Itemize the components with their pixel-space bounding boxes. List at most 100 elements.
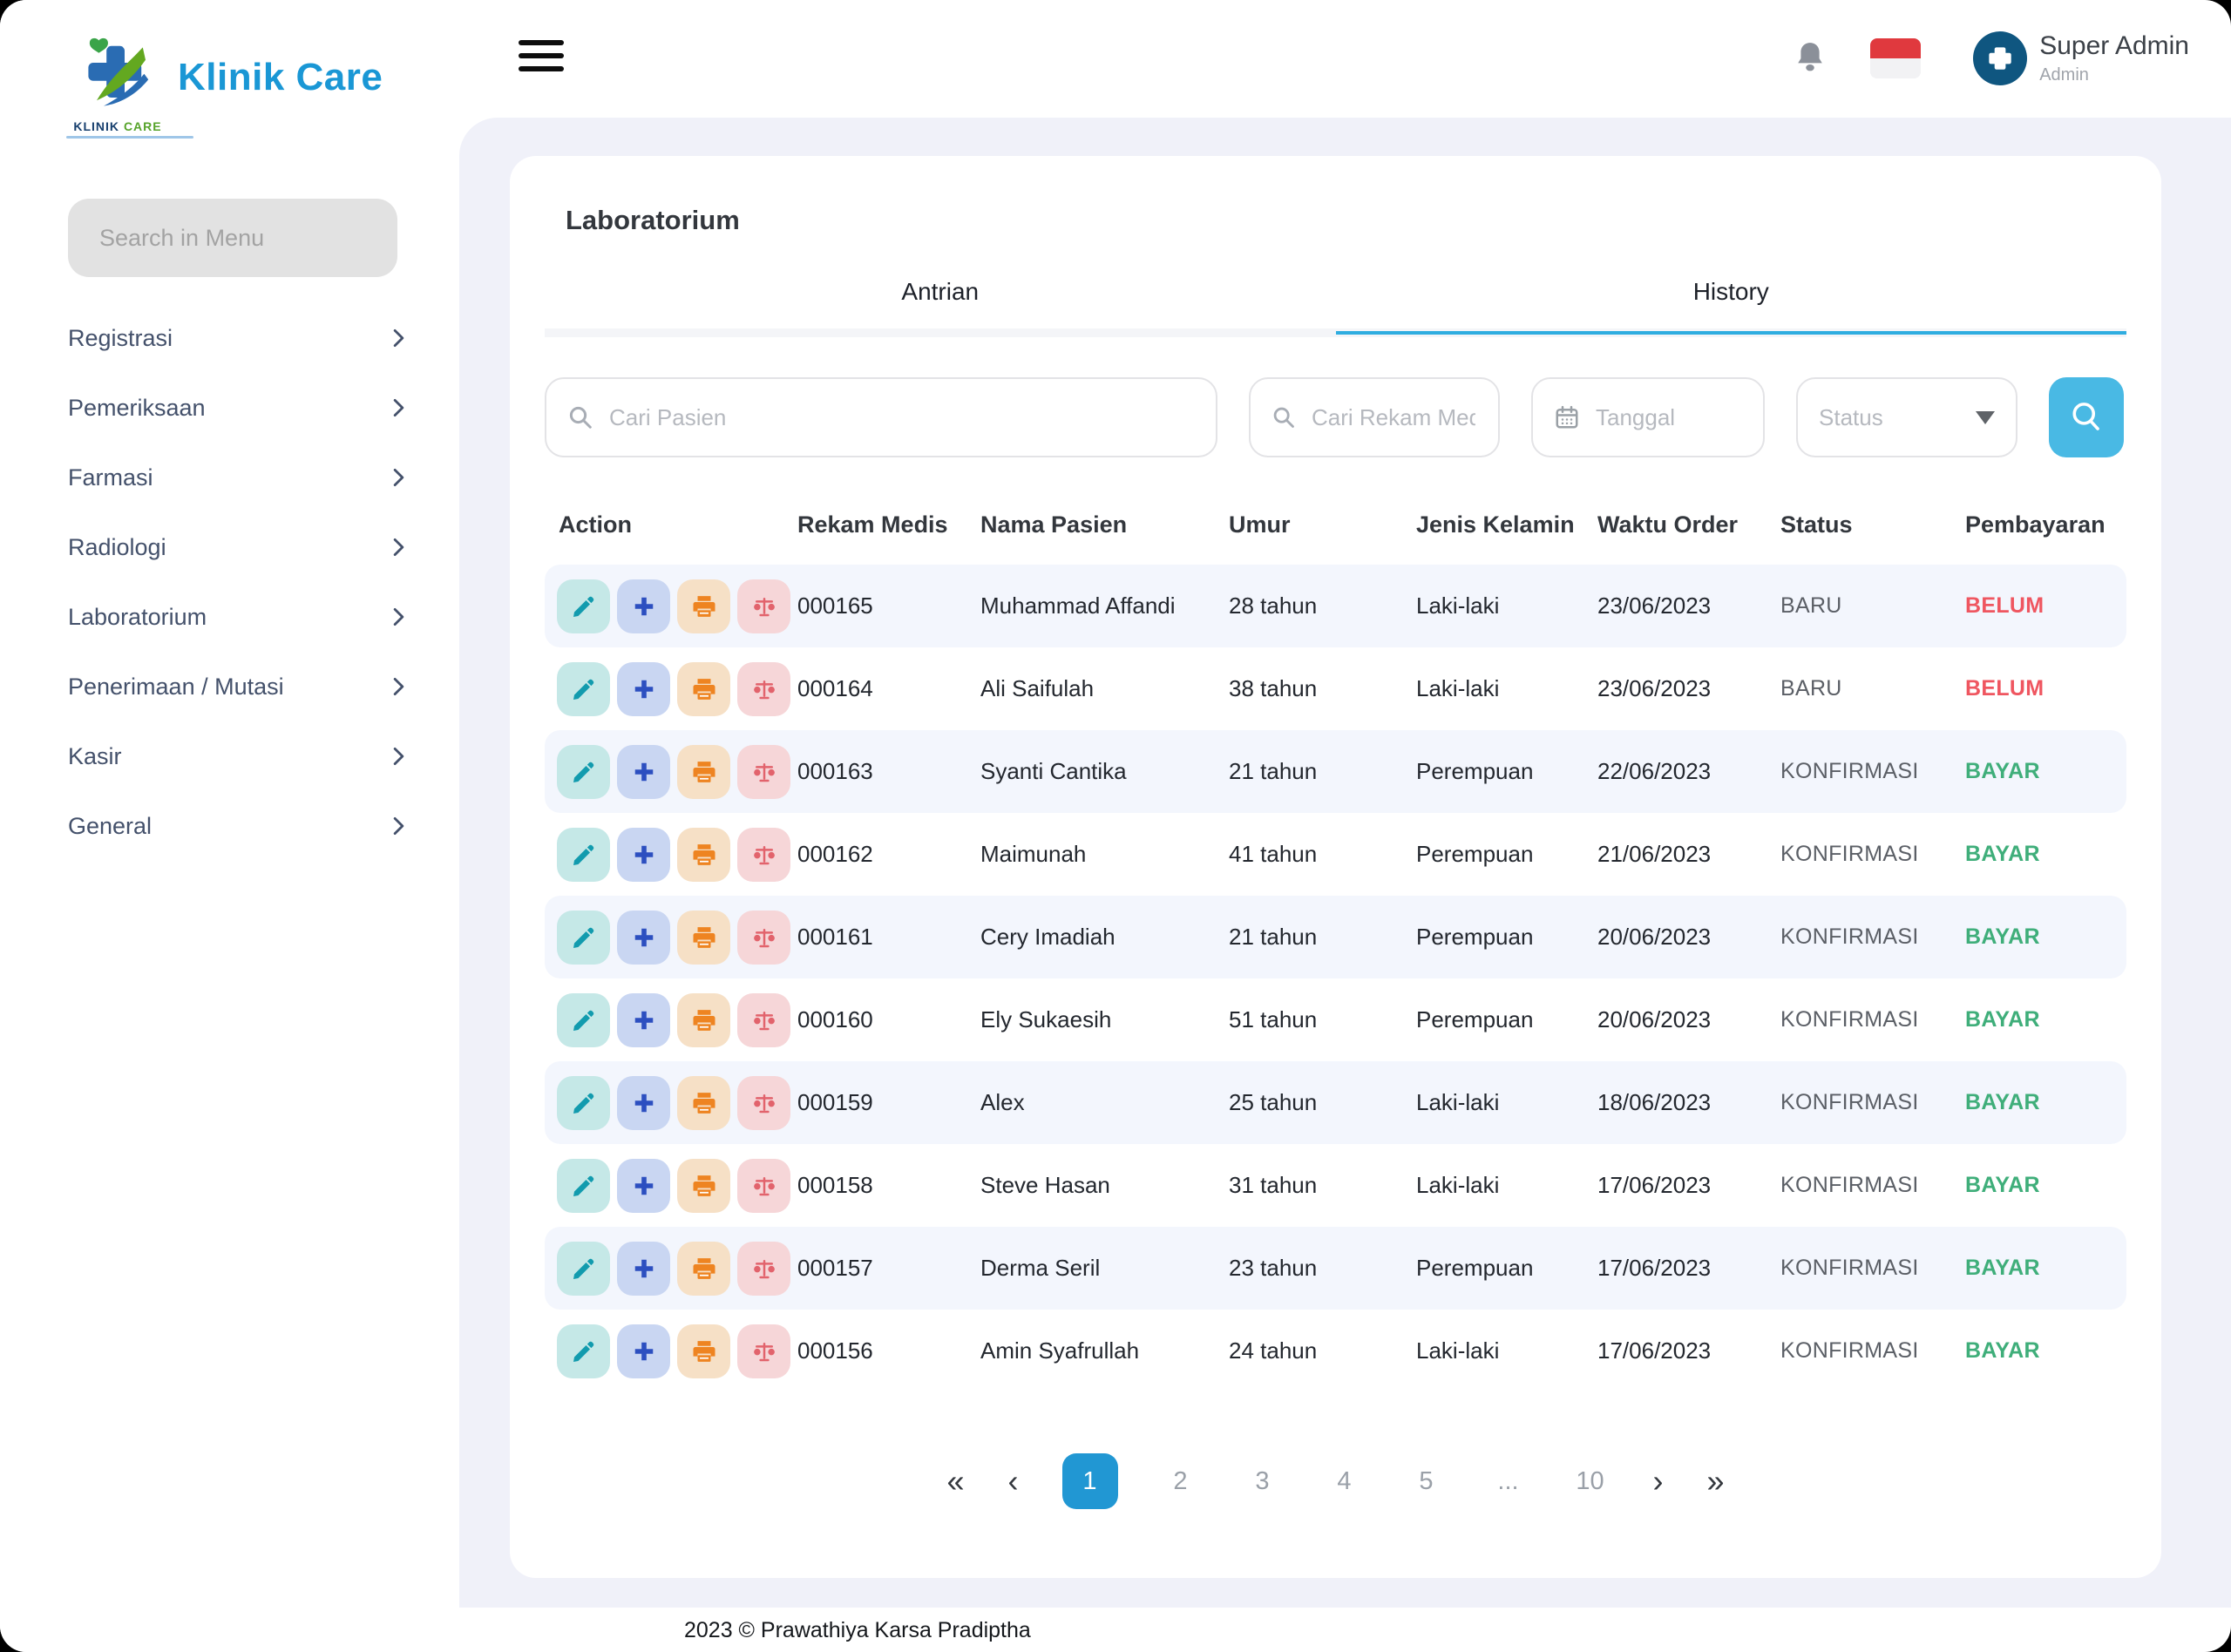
print-action-button[interactable] (677, 1159, 730, 1213)
edit-action-button[interactable] (557, 1159, 610, 1213)
umur-cell: 41 tahun (1229, 841, 1416, 868)
add-action-button[interactable] (617, 993, 670, 1047)
lab-scale-action-button[interactable] (737, 1324, 790, 1378)
tab-antrian[interactable]: Antrian (545, 278, 1336, 328)
print-action-button[interactable] (677, 911, 730, 965)
chevron-right-icon (393, 468, 404, 487)
footer-copyright: 2023 © Prawathiya Karsa Pradiptha (684, 1618, 1031, 1643)
print-action-button[interactable] (677, 662, 730, 716)
patient-search-field (545, 377, 1217, 457)
date-field (1531, 377, 1765, 457)
tab-history[interactable]: History (1336, 278, 2127, 328)
add-action-button[interactable] (617, 1076, 670, 1130)
balance-scale-icon (751, 676, 777, 702)
umur-cell: 31 tahun (1229, 1172, 1416, 1199)
tab-label: History (1693, 278, 1769, 305)
add-action-button[interactable] (617, 662, 670, 716)
table-body: 000165 Muhammad Affandi 28 tahun Laki-la… (545, 565, 2126, 1392)
sidebar-search-input[interactable] (68, 199, 397, 277)
printer-icon (691, 1338, 717, 1364)
add-action-button[interactable] (617, 828, 670, 882)
print-action-button[interactable] (677, 745, 730, 799)
chevron-right-icon (393, 747, 404, 766)
record-search-input[interactable] (1310, 403, 1477, 432)
print-action-button[interactable] (677, 1324, 730, 1378)
status-cell: KONFIRMASI (1780, 924, 1965, 950)
jenis-kelamin-cell: Laki-laki (1416, 1172, 1597, 1199)
add-action-button[interactable] (617, 745, 670, 799)
print-action-button[interactable] (677, 828, 730, 882)
chevron-right-icon (393, 607, 404, 626)
sidebar-item-general[interactable]: General (68, 791, 404, 861)
edit-action-button[interactable] (557, 1076, 610, 1130)
sidebar-item-label: General (68, 813, 152, 840)
edit-action-button[interactable] (557, 662, 610, 716)
balance-scale-icon (751, 593, 777, 620)
edit-action-button[interactable] (557, 828, 610, 882)
nama-pasien-cell: Syanti Cantika (980, 758, 1229, 785)
pagination-next-button[interactable]: › (1653, 1466, 1664, 1497)
sidebar-item-farmasi[interactable]: Farmasi (68, 443, 404, 512)
add-action-button[interactable] (617, 911, 670, 965)
lab-scale-action-button[interactable] (737, 1242, 790, 1296)
add-action-button[interactable] (617, 1242, 670, 1296)
add-action-button[interactable] (617, 579, 670, 633)
add-action-button[interactable] (617, 1159, 670, 1213)
hamburger-menu-icon[interactable] (519, 40, 564, 71)
edit-action-button[interactable] (557, 1242, 610, 1296)
status-select[interactable]: Status (1796, 377, 2017, 457)
edit-action-button[interactable] (557, 745, 610, 799)
pagination-page-4[interactable]: 4 (1326, 1467, 1364, 1496)
pagination-last-button[interactable]: » (1707, 1466, 1725, 1497)
table-column-header: Rekam Medis (797, 511, 980, 538)
print-action-button[interactable] (677, 579, 730, 633)
date-input[interactable] (1594, 403, 1742, 432)
lab-scale-action-button[interactable] (737, 662, 790, 716)
pagination-page-5[interactable]: 5 (1407, 1467, 1446, 1496)
print-action-button[interactable] (677, 1076, 730, 1130)
pagination-page-10[interactable]: 10 (1571, 1467, 1610, 1496)
indonesia-flag-icon[interactable] (1870, 38, 1921, 78)
row-actions (545, 1159, 797, 1213)
lab-scale-action-button[interactable] (737, 993, 790, 1047)
lab-scale-action-button[interactable] (737, 1076, 790, 1130)
status-cell: KONFIRMASI (1780, 1173, 1965, 1198)
user-menu[interactable]: Super Admin Admin (2039, 31, 2189, 85)
search-submit-button[interactable] (2049, 377, 2124, 457)
sidebar-item-radiologi[interactable]: Radiologi (68, 512, 404, 582)
lab-scale-action-button[interactable] (737, 828, 790, 882)
print-action-button[interactable] (677, 993, 730, 1047)
notification-bell-icon[interactable] (1795, 41, 1825, 77)
sidebar-item-penerimaan-mutasi[interactable]: Penerimaan / Mutasi (68, 652, 404, 721)
jenis-kelamin-cell: Laki-laki (1416, 675, 1597, 702)
edit-action-button[interactable] (557, 911, 610, 965)
plus-add-icon (632, 843, 656, 867)
pagination-page-ellipsis[interactable]: ... (1489, 1467, 1528, 1496)
patient-search-input[interactable] (607, 403, 1195, 432)
pagination-first-button[interactable]: « (946, 1466, 964, 1497)
print-action-button[interactable] (677, 1242, 730, 1296)
sidebar-item-pemeriksaan[interactable]: Pemeriksaan (68, 373, 404, 443)
lab-scale-action-button[interactable] (737, 579, 790, 633)
user-avatar[interactable] (1973, 31, 2027, 85)
pagination-page-3[interactable]: 3 (1244, 1467, 1282, 1496)
status-cell: KONFIRMASI (1780, 1090, 1965, 1115)
pagination-page-1[interactable]: 1 (1062, 1453, 1118, 1509)
rekam-medis-cell: 000158 (797, 1172, 980, 1199)
pagination-page-2[interactable]: 2 (1162, 1467, 1200, 1496)
sidebar-item-laboratorium[interactable]: Laboratorium (68, 582, 404, 652)
sidebar-item-kasir[interactable]: Kasir (68, 721, 404, 791)
edit-action-button[interactable] (557, 579, 610, 633)
pencil-edit-icon (571, 1090, 597, 1116)
sidebar-item-registrasi[interactable]: Registrasi (68, 303, 404, 373)
edit-action-button[interactable] (557, 1324, 610, 1378)
edit-action-button[interactable] (557, 993, 610, 1047)
plus-add-icon (632, 760, 656, 784)
pagination-prev-button[interactable]: ‹ (1008, 1466, 1019, 1497)
plus-add-icon (632, 1091, 656, 1115)
lab-scale-action-button[interactable] (737, 1159, 790, 1213)
lab-scale-action-button[interactable] (737, 745, 790, 799)
sidebar-item-label: Registrasi (68, 325, 173, 352)
lab-scale-action-button[interactable] (737, 911, 790, 965)
add-action-button[interactable] (617, 1324, 670, 1378)
